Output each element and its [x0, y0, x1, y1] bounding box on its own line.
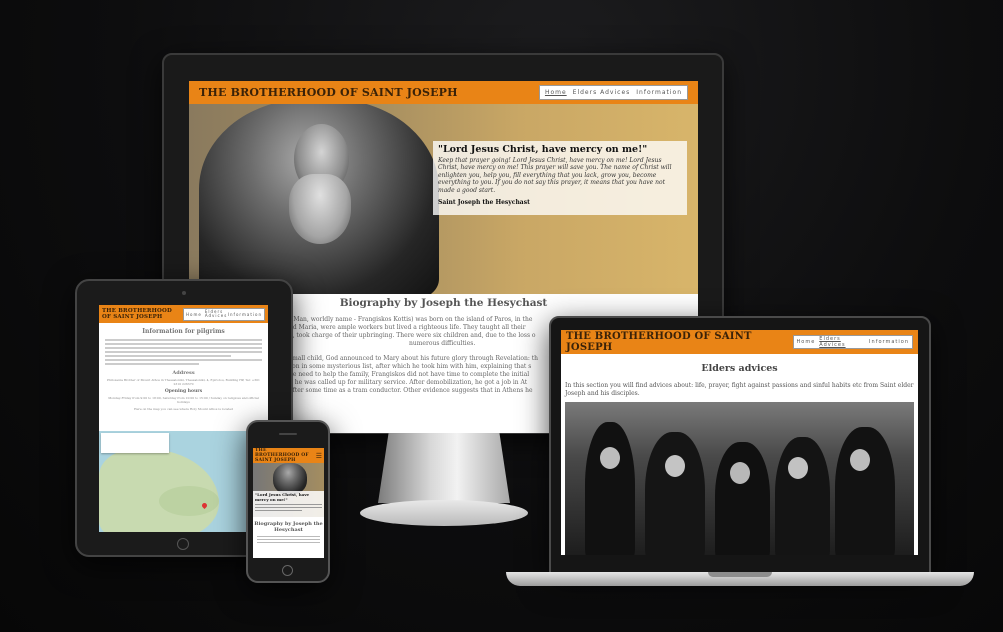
elder-beard	[289, 174, 351, 244]
map-land	[159, 486, 219, 516]
laptop-nav-elders[interactable]: Elders Advices	[819, 336, 865, 348]
tablet-info-heading: Information for pilgrims	[142, 328, 225, 335]
nav-info[interactable]: Information	[636, 89, 682, 96]
hamburger-icon[interactable]: ☰	[316, 452, 322, 460]
elders-intro: In this section you will find advices ab…	[565, 382, 914, 397]
laptop-screen: THE BROTHERHOOD OF SAINT JOSEPH Home Eld…	[561, 330, 918, 555]
nav-elders[interactable]: Elders Advices	[573, 89, 631, 96]
elder-figure	[715, 442, 770, 555]
elder-faces	[600, 447, 620, 469]
elder-figure	[775, 437, 830, 555]
laptop-nav-home[interactable]: Home	[797, 339, 816, 345]
tablet-hours-heading: Opening hours	[164, 389, 203, 394]
phone-quote-title: "Lord Jesus Christ, have mercy on me!"	[255, 492, 310, 502]
tablet-camera	[182, 291, 186, 295]
tablet-title[interactable]: THE BROTHERHOOD OF SAINT JOSEPH	[102, 308, 172, 320]
elder-figure	[645, 432, 705, 555]
phone-home-button	[282, 565, 293, 576]
phone-hero: "Lord Jesus Christ, have mercy on me!"	[253, 463, 324, 517]
elder-figure	[835, 427, 895, 555]
monitor-neck	[378, 433, 510, 503]
elders-heading: Elders advices	[701, 363, 778, 374]
desktop-header: THE BROTHERHOOD OF SAINT JOSEPH Home Eld…	[189, 81, 698, 104]
monitor-base	[360, 500, 528, 526]
phone-quote-box: "Lord Jesus Christ, have mercy on me!"	[253, 491, 324, 517]
elder-figure	[585, 422, 635, 555]
tablet-header: THE BROTHERHOOD OF SAINT JOSEPH Home Eld…	[99, 305, 268, 323]
site-title[interactable]: THE BROTHERHOOD OF SAINT JOSEPH	[199, 86, 458, 99]
tablet-nav: Home Elders Advices Information	[183, 307, 265, 321]
tablet-address-text: Philoxenia Brother of Mount Athos in The…	[107, 378, 260, 386]
nav-home[interactable]: Home	[545, 89, 567, 96]
tablet-hours-text: Monday-Friday from 9:00 to 18:00, Saturd…	[108, 396, 259, 404]
laptop-nav-info[interactable]: Information	[869, 339, 909, 345]
laptop-nav: Home Elders Advices Information	[792, 335, 913, 349]
desktop-nav: Home Elders Advices Information	[538, 85, 688, 100]
phone-title[interactable]: THE BROTHERHOOD OF SAINT JOSEPH	[255, 448, 310, 463]
phone-bio-lines	[257, 536, 320, 543]
tablet-map-note: Here on the map you can see where Holy M…	[134, 407, 233, 411]
tablet-nav-home[interactable]: Home	[186, 312, 202, 317]
tablet-info-lines	[105, 339, 262, 365]
hero-section: "Lord Jesus Christ, have mercy on me!" K…	[189, 104, 698, 294]
phone-speaker	[279, 433, 297, 435]
phone-header: THE BROTHERHOOD OF SAINT JOSEPH ☰	[253, 448, 324, 463]
quote-title: "Lord Jesus Christ, have mercy on me!"	[438, 144, 648, 155]
quote-text: Keep that prayer going! Lord Jesus Chris…	[438, 157, 672, 194]
elders-photo	[565, 402, 914, 555]
laptop-title[interactable]: THE BROTHERHOOD OF SAINT JOSEPH	[566, 331, 793, 353]
tablet-nav-info[interactable]: Information	[228, 312, 262, 317]
map-widget[interactable]	[99, 431, 268, 532]
tablet-home-button	[177, 538, 189, 550]
laptop-notch	[708, 572, 772, 577]
phone-bio-heading: Biography by Joseph the Hesychast	[254, 521, 323, 533]
laptop-header: THE BROTHERHOOD OF SAINT JOSEPH Home Eld…	[561, 330, 918, 354]
tablet-screen: THE BROTHERHOOD OF SAINT JOSEPH Home Eld…	[99, 305, 268, 532]
quote-author: Saint Joseph the Hesychast	[438, 199, 530, 207]
phone-screen: THE BROTHERHOOD OF SAINT JOSEPH ☰ "Lord …	[253, 448, 324, 558]
tablet-nav-elders[interactable]: Elders Advices	[205, 310, 226, 318]
tablet-address-heading: Address	[172, 370, 195, 376]
map-info-card[interactable]	[101, 433, 169, 453]
quote-box: "Lord Jesus Christ, have mercy on me!" K…	[433, 141, 687, 215]
